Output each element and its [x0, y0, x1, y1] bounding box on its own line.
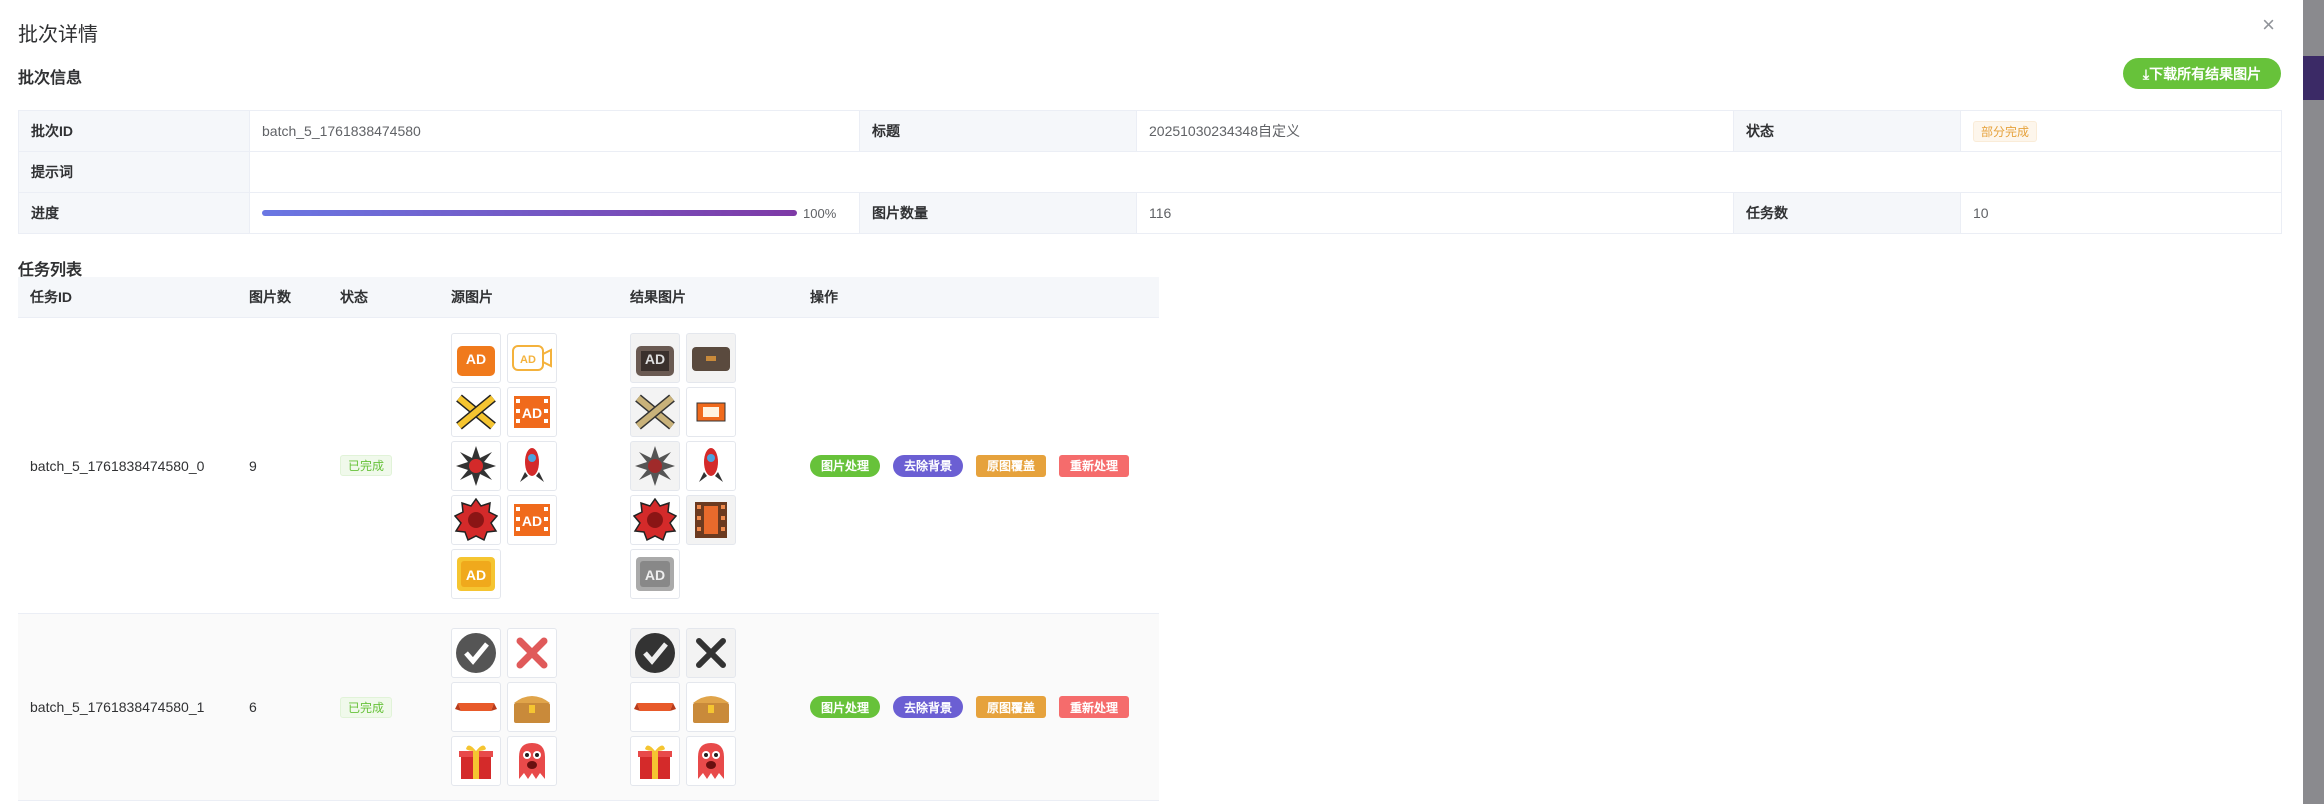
status-badge: 已完成: [340, 455, 393, 476]
svg-text:AD: AD: [466, 567, 486, 583]
overwrite-original-button[interactable]: 原图覆盖: [976, 454, 1047, 477]
status-label: 状态: [1733, 110, 1961, 152]
svg-text:AD: AD: [522, 513, 542, 529]
result-image-grid: [630, 628, 786, 786]
svg-text:AD: AD: [520, 354, 536, 366]
batch-id-label: 批次ID: [18, 110, 250, 152]
prompt-value: [249, 151, 2282, 193]
ad-badge-icon[interactable]: AD: [451, 548, 501, 599]
treasure-chest-icon[interactable]: [686, 682, 736, 732]
x-mark-icon[interactable]: [507, 628, 557, 678]
column-header-result-images: 结果图片: [618, 277, 798, 318]
table-row: batch_5_1761838474580_1 6 已完成 图片处理 去除背景 …: [18, 613, 1159, 801]
cross-band-dark-icon[interactable]: [630, 386, 680, 437]
task-table: 任务ID 图片数 状态 源图片 结果图片 操作 batch_5_17618384…: [18, 277, 1159, 801]
rocket-icon[interactable]: [507, 440, 557, 491]
image-count-label: 图片数量: [859, 192, 1137, 234]
gear-red-icon[interactable]: [630, 494, 680, 545]
column-header-image-count: 图片数: [237, 277, 328, 318]
source-image-grid: AD AD AD AD AD: [451, 332, 606, 599]
task-count-value: 10: [1960, 192, 2282, 234]
dialog-title: 批次详情: [18, 24, 98, 46]
svg-text:AD: AD: [645, 351, 665, 367]
image-count-cell: 6: [237, 613, 328, 801]
batch-id-value: batch_5_1761838474580: [249, 110, 860, 152]
column-header-status: 状态: [328, 277, 439, 318]
reprocess-button[interactable]: 重新处理: [1059, 696, 1130, 718]
red-monster-icon[interactable]: [507, 736, 557, 786]
film-ad-icon[interactable]: AD: [507, 494, 557, 545]
column-header-actions: 操作: [798, 277, 1159, 318]
svg-text:AD: AD: [522, 405, 542, 421]
row-actions: 图片处理 去除背景 原图覆盖 重新处理: [810, 454, 1147, 477]
task-id-cell: batch_5_1761838474580_0: [18, 317, 237, 614]
batch-detail-dialog: 批次详情 × 批次信息 ⤓下载所有结果图片 批次ID batch_5_17618…: [0, 0, 2303, 804]
cross-band-icon[interactable]: [451, 386, 501, 437]
progress-bar: 100%: [262, 206, 847, 221]
check-circle-icon[interactable]: [451, 628, 501, 678]
progress-label: 进度: [18, 192, 250, 234]
status-badge: 已完成: [340, 696, 393, 718]
ad-badge-gray-icon[interactable]: AD: [630, 548, 680, 599]
title-value: 20251030234348自定义: [1136, 110, 1734, 152]
close-icon[interactable]: ×: [2262, 12, 2275, 38]
tv-ad-icon[interactable]: AD: [451, 332, 501, 383]
red-monster-icon[interactable]: [686, 736, 736, 786]
gift-box-icon[interactable]: [630, 736, 680, 786]
source-image-grid: [451, 628, 606, 786]
film-ad-icon[interactable]: AD: [507, 386, 557, 437]
gear-red-icon[interactable]: [451, 494, 501, 545]
status-badge: 部分完成: [1973, 120, 2038, 142]
background-app-strip: [2303, 56, 2324, 100]
task-count-label: 任务数: [1733, 192, 1961, 234]
gift-box-icon[interactable]: [451, 736, 501, 786]
remove-background-button[interactable]: 去除背景: [893, 454, 964, 477]
reprocess-button[interactable]: 重新处理: [1059, 454, 1130, 477]
check-circle-dark-icon[interactable]: [630, 628, 680, 678]
progress-fill: [262, 210, 797, 216]
ribbon-icon[interactable]: [630, 682, 680, 732]
svg-text:AD: AD: [645, 567, 665, 583]
case-dark-icon[interactable]: [686, 332, 736, 383]
spiked-mine-icon[interactable]: [451, 440, 501, 491]
x-mark-dark-icon[interactable]: [686, 628, 736, 678]
batch-info-heading: 批次信息: [18, 70, 83, 87]
tv-ad-dark-icon[interactable]: AD: [630, 332, 680, 383]
image-count-cell: 9: [237, 317, 328, 614]
column-header-task-id: 任务ID: [18, 277, 237, 318]
image-count-value: 116: [1136, 192, 1734, 234]
film-small-icon[interactable]: [686, 386, 736, 437]
task-id-cell: batch_5_1761838474580_1: [18, 613, 237, 801]
spiked-mine-dark-icon[interactable]: [630, 440, 680, 491]
ribbon-icon[interactable]: [451, 682, 501, 732]
image-process-button[interactable]: 图片处理: [810, 454, 881, 477]
overwrite-original-button[interactable]: 原图覆盖: [976, 696, 1047, 718]
progress-text: 100%: [803, 205, 837, 221]
prompt-label: 提示词: [18, 151, 250, 193]
camera-ad-icon[interactable]: AD: [507, 332, 557, 383]
title-label: 标题: [859, 110, 1137, 152]
remove-background-button[interactable]: 去除背景: [893, 696, 964, 718]
batch-info-table: 批次ID batch_5_1761838474580 标题 2025103023…: [18, 110, 2282, 234]
download-all-button[interactable]: ⤓下载所有结果图片: [2123, 58, 2281, 89]
rocket-icon[interactable]: [686, 440, 736, 491]
column-header-source-images: 源图片: [439, 277, 618, 318]
film-dark-icon[interactable]: [686, 494, 736, 545]
row-actions: 图片处理 去除背景 原图覆盖 重新处理: [810, 696, 1147, 718]
treasure-chest-icon[interactable]: [507, 682, 557, 732]
result-image-grid: AD AD: [630, 332, 786, 599]
image-process-button[interactable]: 图片处理: [810, 696, 881, 718]
table-row: batch_5_1761838474580_0 9 已完成 AD AD AD AD AD…: [18, 317, 1159, 614]
svg-text:AD: AD: [466, 351, 486, 367]
